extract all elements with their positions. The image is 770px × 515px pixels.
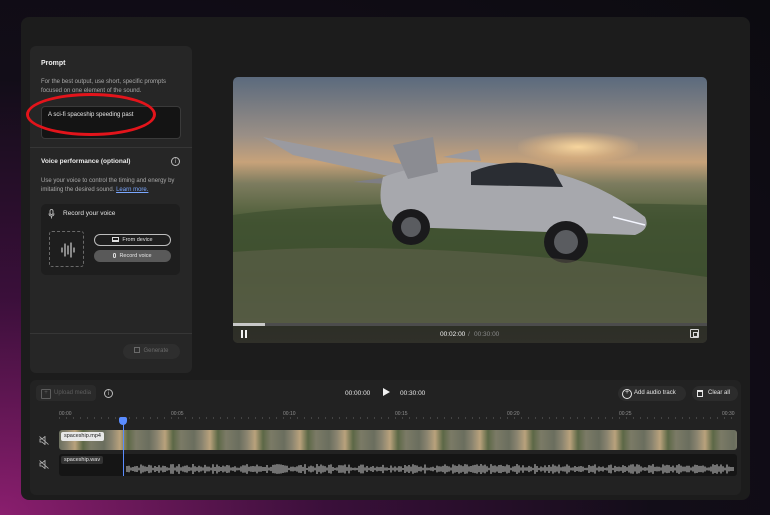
timeline-start-time: 00:00:00 [345, 390, 371, 397]
prompt-title: Prompt [41, 60, 66, 67]
clear-all-button[interactable]: Clear all [692, 386, 738, 401]
divider [30, 147, 192, 148]
voice-description-text: Use your voice to control the timing and… [41, 178, 175, 193]
info-icon[interactable]: i [104, 389, 113, 398]
video-track-label: spaceship.mp4 [61, 432, 104, 441]
generate-label: Generate [143, 348, 169, 354]
time-separator: / [468, 331, 470, 338]
record-label: Record your voice [63, 210, 116, 217]
current-time: 00:02:00 [440, 331, 466, 338]
video-preview[interactable]: 00:02:00 / 00:30:00 [233, 77, 707, 343]
app-window: Prompt For the best output, use short, s… [21, 17, 750, 500]
total-time: 00:30:00 [474, 331, 500, 338]
from-device-label: From device [122, 237, 153, 243]
divider [30, 333, 192, 334]
upload-media-button[interactable]: Upload media [36, 385, 96, 401]
trash-icon [697, 390, 703, 397]
clear-all-label: Clear all [708, 390, 731, 396]
info-icon[interactable]: i [171, 157, 180, 166]
audio-track-label: spaceship.wav [61, 456, 104, 464]
playhead-handle[interactable] [119, 417, 127, 425]
voice-description: Use your voice to control the timing and… [41, 177, 186, 195]
timeline-end-time: 00:30:00 [400, 390, 426, 397]
highlight-ellipse [26, 93, 156, 136]
voice-title: Voice performance (optional) [41, 158, 131, 165]
generate-icon [134, 347, 141, 353]
add-audio-track-button[interactable]: Add audio track [618, 386, 686, 401]
record-voice-label: Record voice [119, 253, 152, 259]
record-voice-button[interactable]: Record voice [94, 250, 171, 262]
microphone-icon [48, 209, 55, 219]
generate-button[interactable]: Generate [123, 344, 180, 359]
fullscreen-icon[interactable] [690, 329, 699, 338]
video-controls: 00:02:00 / 00:30:00 [233, 326, 707, 343]
flying-car-image [233, 137, 707, 323]
waveform-icon [61, 242, 75, 258]
from-device-button[interactable]: From device [94, 234, 171, 246]
record-card: Record your voice From device Record voi… [41, 204, 180, 275]
video-track[interactable] [59, 430, 737, 450]
learn-more-link[interactable]: Learn more. [116, 187, 148, 193]
settings-panel: Prompt For the best output, use short, s… [26, 46, 192, 373]
mute-icon[interactable] [39, 460, 49, 469]
prompt-description: For the best output, use short, specific… [41, 79, 167, 94]
mute-icon[interactable] [39, 436, 49, 445]
ruler-ticks [59, 417, 736, 419]
pause-icon[interactable] [241, 330, 248, 338]
play-icon[interactable] [383, 388, 390, 396]
voice-dropzone[interactable] [49, 231, 84, 267]
laptop-icon [112, 237, 120, 242]
playhead[interactable] [123, 419, 124, 476]
audio-waveform [126, 464, 734, 474]
mic-small-icon [113, 253, 117, 258]
